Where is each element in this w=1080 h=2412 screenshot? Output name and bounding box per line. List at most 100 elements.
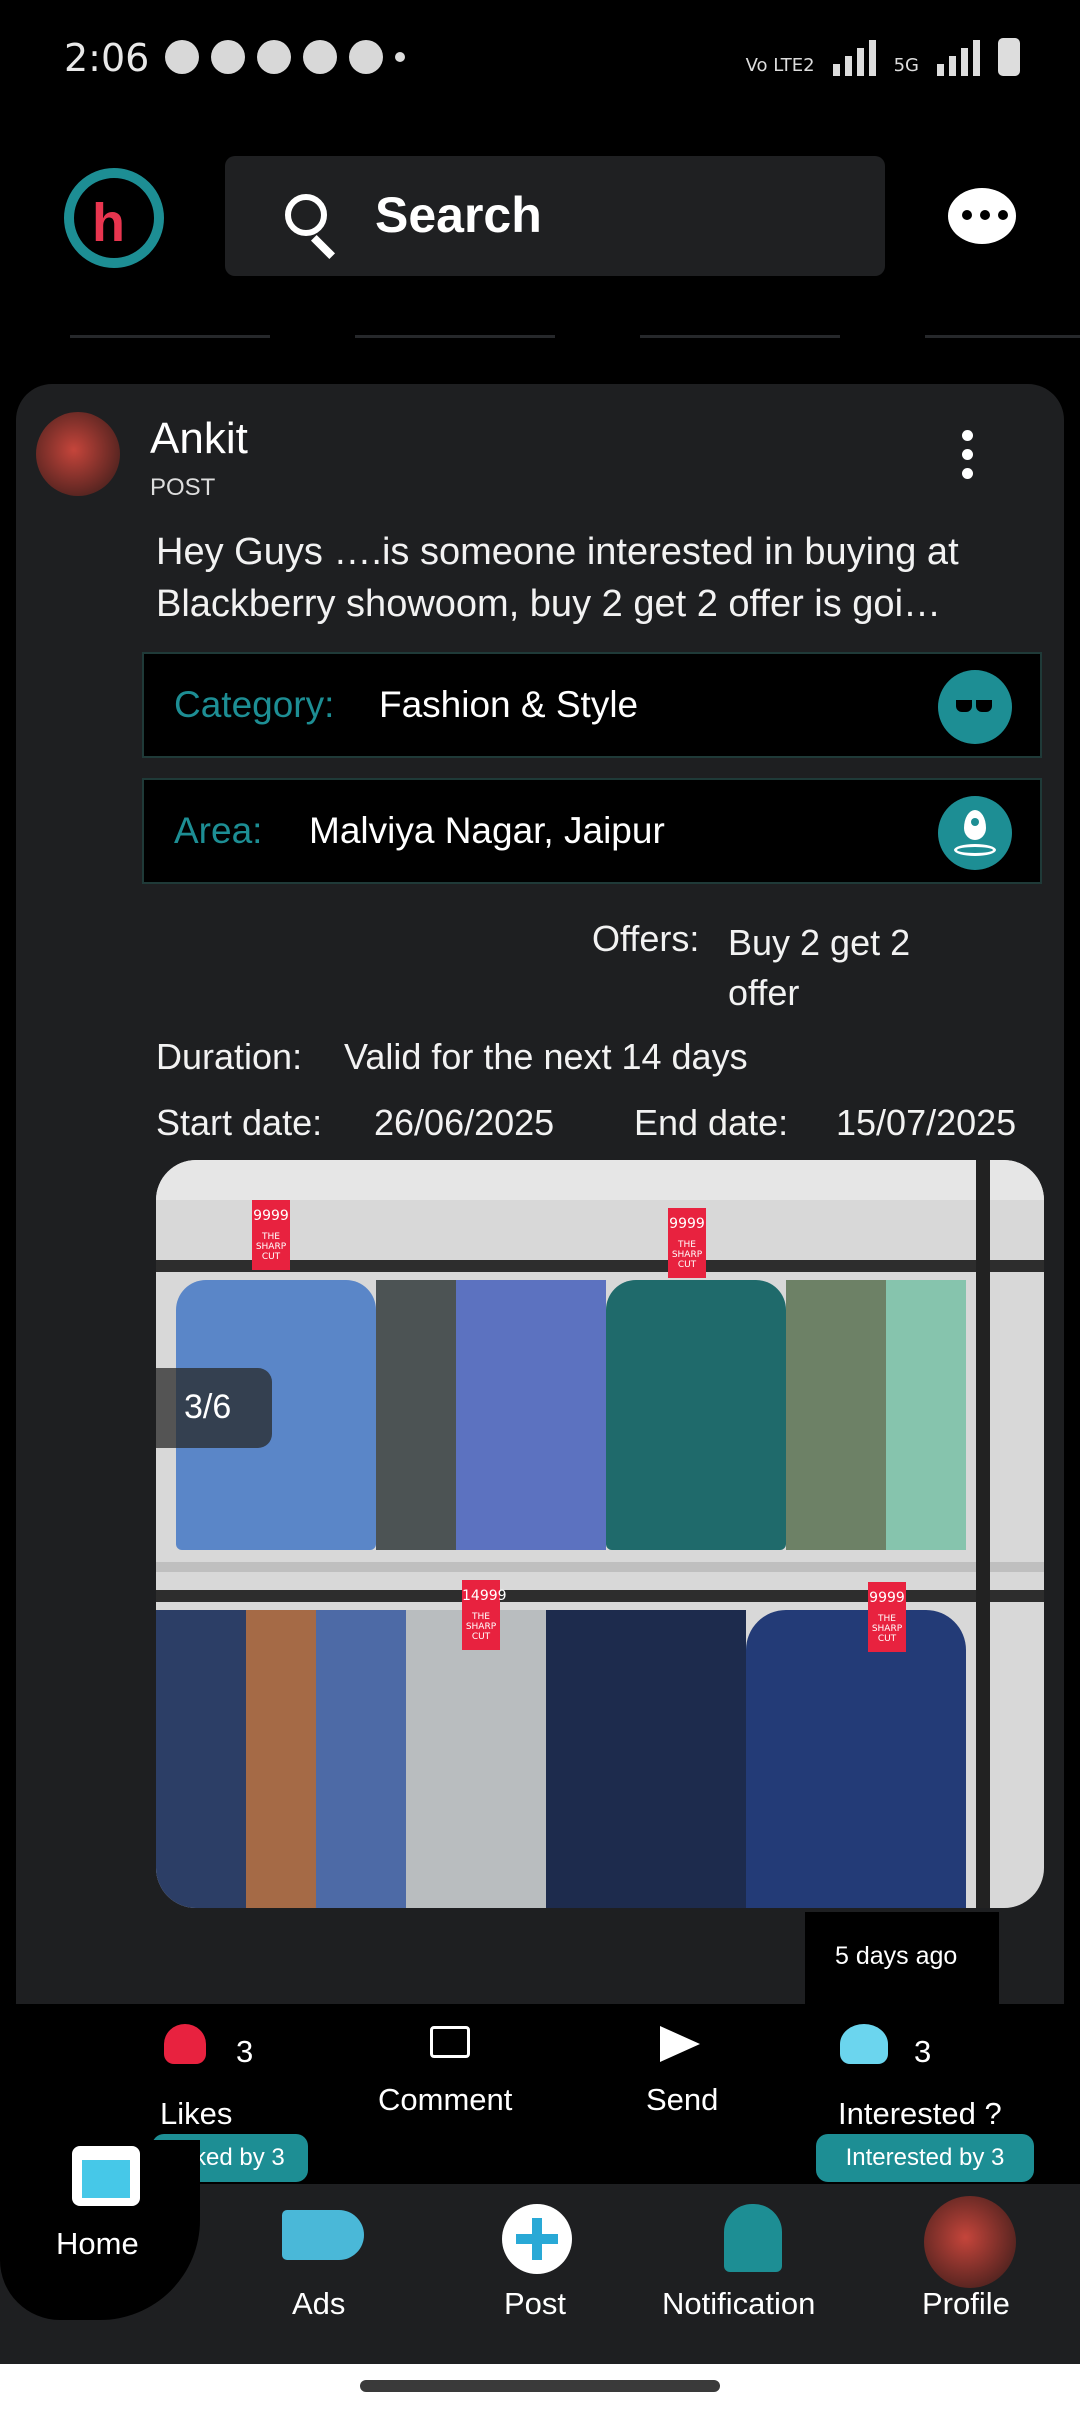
- author-name[interactable]: Ankit: [150, 414, 248, 464]
- time-ago-text: 5 days ago: [835, 1942, 958, 1970]
- bell-icon[interactable]: [724, 2204, 782, 2272]
- signal-icon: [832, 40, 876, 76]
- message-icon: [211, 40, 245, 74]
- app-icon: [349, 40, 383, 74]
- image-counter: 3/6: [156, 1368, 272, 1448]
- jacket: [746, 1610, 966, 1908]
- chat-dots: [962, 210, 1008, 220]
- time-ago-badge: 5 days ago: [805, 1912, 999, 2004]
- area-label: Area:: [174, 810, 263, 851]
- price-tag-label: 9999: [253, 1208, 289, 1224]
- send-label[interactable]: Send: [646, 2082, 718, 2118]
- home-icon[interactable]: [72, 2146, 140, 2206]
- network-left-label: Vo LTE2: [745, 55, 815, 76]
- notification-icons: [165, 40, 405, 74]
- jacket: [156, 1610, 246, 1908]
- interested-label[interactable]: Interested ?: [838, 2096, 1002, 2132]
- send-icon[interactable]: [660, 2026, 700, 2062]
- post-type: POST: [150, 474, 216, 501]
- app-logo[interactable]: h: [64, 168, 164, 268]
- likes-count: 3: [236, 2034, 254, 2069]
- location-pin-icon: [938, 796, 1012, 870]
- telegram-icon: [257, 40, 291, 74]
- more-options-icon[interactable]: [962, 430, 973, 479]
- nav-ads[interactable]: Ads: [292, 2286, 345, 2322]
- price-tag-caption: THE SHARP CUT: [671, 1240, 703, 1270]
- price-tag: 14999 THE SHARP CUT: [462, 1580, 507, 1650]
- likes-label[interactable]: Likes: [160, 2096, 232, 2132]
- post-text[interactable]: Hey Guys ….is someone interested in buyi…: [156, 526, 1036, 630]
- jacket: [376, 1280, 456, 1550]
- price-tag-label: 9999: [669, 1216, 705, 1232]
- nav-home[interactable]: Home: [56, 2226, 139, 2262]
- ceiling: [156, 1160, 1044, 1200]
- snapchat-icon: [165, 40, 199, 74]
- tab-divider: [355, 335, 555, 338]
- status-right: Vo LTE2 5G: [746, 38, 1020, 76]
- price-tag: 9999 THE SHARP CUT: [868, 1582, 906, 1652]
- area-box: Area: Malviya Nagar, Jaipur: [142, 778, 1042, 884]
- price-tag-caption: THE SHARP CUT: [255, 1232, 287, 1262]
- jacket: [316, 1610, 406, 1908]
- signal-icon-2: [937, 40, 980, 76]
- tab-divider: [925, 335, 1080, 338]
- post-image[interactable]: 9999 THE SHARP CUT 9999 THE SHARP CUT 14…: [156, 1160, 1044, 1908]
- nav-notification[interactable]: Notification: [662, 2286, 815, 2322]
- area-value: Malviya Nagar, Jaipur: [309, 810, 665, 851]
- jacket: [786, 1280, 886, 1550]
- price-tag-caption: THE SHARP CUT: [871, 1614, 903, 1644]
- gesture-handle[interactable]: [360, 2380, 720, 2392]
- rail-bottom: [156, 1590, 1044, 1602]
- whatsapp-icon: [303, 40, 337, 74]
- end-date-label: End date:: [634, 1102, 789, 1143]
- offers-value: Buy 2 get 2 offer: [728, 922, 911, 1013]
- megaphone-icon[interactable]: [282, 2210, 364, 2260]
- offers-label: Offers:: [592, 918, 700, 959]
- tab-divider: [640, 335, 840, 338]
- price-tag-label: 14999: [462, 1588, 507, 1604]
- category-value: Fashion & Style: [379, 684, 639, 725]
- author-avatar[interactable]: [36, 412, 120, 496]
- glasses-icon: [938, 670, 1012, 744]
- search-icon: [285, 194, 327, 236]
- interested-count: 3: [914, 2034, 932, 2069]
- price-tag: 9999 THE SHARP CUT: [668, 1208, 706, 1278]
- battery-icon: [998, 38, 1020, 76]
- jacket: [606, 1280, 786, 1550]
- comment-label[interactable]: Comment: [378, 2082, 512, 2118]
- category-box: Category: Fashion & Style: [142, 652, 1042, 758]
- search-label: Search: [375, 187, 542, 243]
- image-counter-text: 3/6: [184, 1388, 232, 1426]
- interested-by-pill[interactable]: Interested by 3: [816, 2134, 1034, 2182]
- pray-icon[interactable]: [840, 2024, 888, 2064]
- search-icon-handle: [310, 234, 336, 260]
- profile-avatar[interactable]: [924, 2196, 1016, 2288]
- network-right-label: 5G: [893, 55, 919, 76]
- jacket: [456, 1280, 606, 1550]
- add-post-icon[interactable]: [502, 2204, 572, 2274]
- jacket: [246, 1610, 316, 1908]
- more-dot-icon: [395, 52, 405, 62]
- start-date-value: 26/06/2025: [374, 1102, 555, 1143]
- jacket: [406, 1610, 546, 1908]
- comment-icon[interactable]: [430, 2026, 470, 2058]
- heart-icon[interactable]: [164, 2024, 206, 2064]
- category-label: Category:: [174, 684, 335, 725]
- jacket: [546, 1610, 746, 1908]
- tab-divider: [70, 335, 270, 338]
- end-date-value: 15/07/2025: [836, 1102, 1017, 1143]
- frame-post: [976, 1160, 990, 1908]
- start-date-label: Start date:: [156, 1102, 323, 1143]
- logo-mark: h: [92, 193, 125, 253]
- duration-value: Valid for the next 14 days: [344, 1036, 748, 1077]
- price-tag-caption: THE SHARP CUT: [465, 1612, 497, 1642]
- status-time: 2:06: [64, 36, 150, 80]
- duration-label: Duration:: [156, 1036, 303, 1077]
- nav-profile[interactable]: Profile: [922, 2286, 1010, 2322]
- jacket: [886, 1280, 966, 1550]
- nav-post[interactable]: Post: [504, 2286, 566, 2322]
- shelf: [156, 1562, 1044, 1572]
- search-bar[interactable]: Search: [225, 156, 885, 276]
- price-tag: 9999 THE SHARP CUT: [252, 1200, 290, 1270]
- price-tag-label: 9999: [869, 1590, 905, 1606]
